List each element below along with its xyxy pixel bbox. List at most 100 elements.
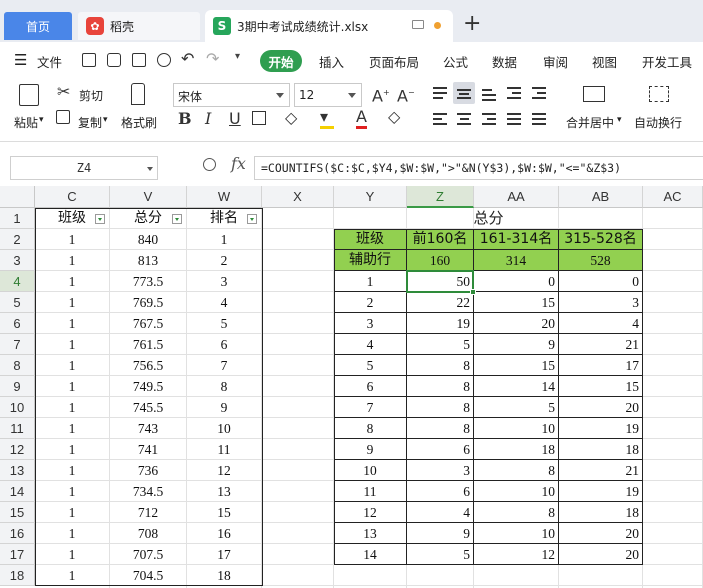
hamburger-menu-icon[interactable]: ☰ — [14, 51, 27, 69]
left-table-cell[interactable]: 3 — [187, 271, 261, 292]
class-number-cell[interactable]: 11 — [334, 481, 406, 502]
save-icon[interactable] — [82, 53, 96, 67]
left-table-cell[interactable]: 736 — [110, 460, 186, 481]
left-table-cell[interactable]: 1 — [35, 481, 109, 502]
undo-icon[interactable]: ↶ — [181, 49, 194, 68]
row-header-9[interactable]: 9 — [0, 376, 35, 397]
left-table-cell[interactable]: 1 — [35, 334, 109, 355]
column-header-ac[interactable]: AC — [643, 186, 703, 208]
font-color-icon[interactable]: A — [356, 108, 367, 129]
count-cell[interactable]: 10 — [474, 481, 558, 502]
count-cell[interactable]: 19 — [559, 418, 642, 439]
left-table-cell[interactable]: 1 — [35, 292, 109, 313]
align-bottom-icon[interactable] — [478, 82, 500, 104]
left-table-cell[interactable]: 2 — [187, 250, 261, 271]
left-table-cell[interactable]: 1 — [35, 418, 109, 439]
count-cell[interactable]: 8 — [474, 460, 558, 481]
left-table-cell[interactable]: 1 — [35, 229, 109, 250]
highlight-color-icon[interactable]: ▾ — [320, 108, 334, 129]
filter-dropdown-icon[interactable] — [95, 214, 105, 224]
print-preview-icon[interactable] — [157, 53, 171, 67]
count-cell[interactable]: 20 — [474, 313, 558, 334]
count-cell[interactable]: 18 — [559, 439, 642, 460]
fill-color-icon[interactable]: ◇ — [285, 109, 297, 127]
decrease-indent-icon[interactable] — [503, 82, 525, 104]
column-header-y[interactable]: Y — [334, 186, 407, 208]
stats-table-header[interactable]: 315-528名 — [559, 229, 642, 250]
left-table-cell[interactable]: 11 — [187, 439, 261, 460]
column-header-aa[interactable]: AA — [474, 186, 559, 208]
class-number-cell[interactable]: 7 — [334, 397, 406, 418]
class-number-cell[interactable]: 14 — [334, 544, 406, 565]
format-painter-button[interactable]: 格式刷 — [121, 114, 157, 131]
left-table-cell[interactable]: 708 — [110, 523, 186, 544]
redo-icon[interactable]: ↷ — [206, 49, 219, 68]
helper-row-value[interactable]: 314 — [474, 250, 558, 271]
left-table-cell[interactable]: 1 — [35, 376, 109, 397]
column-header-ab[interactable]: AB — [559, 186, 643, 208]
tab-home[interactable]: 首页 — [4, 12, 72, 40]
left-table-cell[interactable]: 1 — [35, 355, 109, 376]
menu-page-layout[interactable]: 页面布局 — [369, 52, 419, 71]
copy-button[interactable]: 复制 — [78, 114, 102, 131]
quick-access-dropdown-icon[interactable]: ▾ — [235, 51, 240, 62]
print-icon[interactable] — [132, 53, 146, 67]
copy-icon[interactable] — [56, 110, 70, 124]
left-table-cell[interactable]: 767.5 — [110, 313, 186, 334]
new-tab-button[interactable]: + — [463, 12, 481, 36]
menu-start[interactable]: 开始 — [260, 50, 302, 72]
align-middle-icon[interactable] — [453, 82, 475, 104]
row-header-18[interactable]: 18 — [0, 565, 35, 586]
count-cell[interactable]: 10 — [474, 523, 558, 544]
merge-center-icon[interactable] — [583, 86, 605, 102]
left-table-cell[interactable]: 1 — [35, 523, 109, 544]
merge-center-button[interactable]: 合并居中 — [566, 114, 614, 131]
menu-view[interactable]: 视图 — [592, 52, 617, 71]
left-table-cell[interactable]: 1 — [35, 544, 109, 565]
menu-file[interactable]: 文件 — [37, 52, 62, 71]
left-table-cell[interactable]: 13 — [187, 481, 261, 502]
row-header-17[interactable]: 17 — [0, 544, 35, 565]
left-table-cell[interactable]: 743 — [110, 418, 186, 439]
count-cell[interactable]: 18 — [474, 439, 558, 460]
class-number-cell[interactable]: 8 — [334, 418, 406, 439]
left-table-cell[interactable]: 704.5 — [110, 565, 186, 586]
count-cell[interactable]: 14 — [474, 376, 558, 397]
class-number-cell[interactable]: 2 — [334, 292, 406, 313]
underline-button[interactable]: U — [229, 110, 241, 128]
left-table-cell[interactable]: 707.5 — [110, 544, 186, 565]
helper-row-label[interactable]: 辅助行 — [334, 250, 406, 271]
name-box[interactable]: Z4 — [10, 156, 158, 180]
left-table-cell[interactable]: 17 — [187, 544, 261, 565]
count-cell[interactable]: 8 — [407, 418, 473, 439]
count-cell[interactable]: 15 — [559, 376, 642, 397]
left-table-cell[interactable]: 16 — [187, 523, 261, 544]
clear-format-icon[interactable]: ◇ — [388, 108, 400, 126]
row-header-15[interactable]: 15 — [0, 502, 35, 523]
left-table-cell[interactable]: 18 — [187, 565, 261, 586]
align-center-icon[interactable] — [453, 108, 475, 130]
monitor-icon[interactable] — [412, 20, 424, 29]
left-table-cell[interactable]: 1 — [35, 439, 109, 460]
row-header-1[interactable]: 1 — [0, 208, 35, 229]
class-number-cell[interactable]: 13 — [334, 523, 406, 544]
left-table-cell[interactable]: 1 — [35, 397, 109, 418]
helper-row-value[interactable]: 528 — [559, 250, 642, 271]
select-all-corner[interactable] — [0, 186, 35, 208]
count-cell[interactable]: 3 — [407, 460, 473, 481]
left-table-cell[interactable]: 6 — [187, 334, 261, 355]
stats-table-header[interactable]: 班级 — [334, 229, 406, 250]
distributed-align-icon[interactable] — [528, 108, 550, 130]
tab-docer[interactable]: ✿ 稻壳 — [78, 12, 200, 40]
merge-dropdown-icon[interactable]: ▾ — [617, 115, 622, 125]
spreadsheet-grid[interactable]: C V W X Y Z AA AB AC 1 2 3 4 5 6 7 8 9 10 11 12 13 14 15 16 17 18… — [0, 186, 703, 588]
count-cell[interactable]: 4 — [559, 313, 642, 334]
filter-dropdown-icon[interactable] — [172, 214, 182, 224]
count-cell[interactable]: 20 — [559, 523, 642, 544]
cut-button[interactable]: 剪切 — [79, 87, 103, 104]
count-cell[interactable]: 22 — [407, 292, 473, 313]
zoom-icon[interactable] — [203, 158, 216, 171]
count-cell[interactable]: 0 — [559, 271, 642, 292]
row-header-10[interactable]: 10 — [0, 397, 35, 418]
count-cell[interactable]: 15 — [474, 355, 558, 376]
